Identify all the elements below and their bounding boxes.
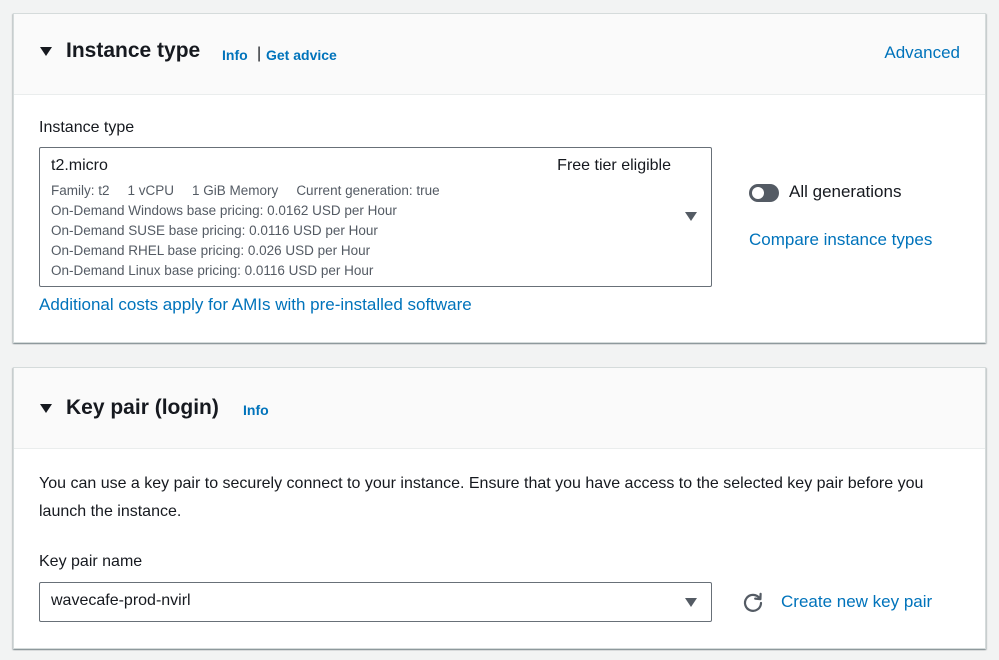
key-pair-header[interactable]: Key pair (login) Info xyxy=(14,368,985,449)
additional-costs-link[interactable]: Additional costs apply for AMIs with pre… xyxy=(39,295,472,315)
create-key-pair-link[interactable]: Create new key pair xyxy=(781,592,932,612)
all-generations-toggle[interactable] xyxy=(749,184,779,202)
key-pair-field-label: Key pair name xyxy=(39,553,143,570)
pricing-windows: On-Demand Windows base pricing: 0.0162 U… xyxy=(51,203,397,218)
instance-type-header[interactable]: Instance type Info | Get advice Advanced xyxy=(14,14,985,95)
link-separator: | xyxy=(257,45,262,62)
key-pair-title: Key pair (login) xyxy=(66,396,219,419)
advanced-link[interactable]: Advanced xyxy=(884,43,960,63)
compare-instance-types-link[interactable]: Compare instance types xyxy=(749,230,932,250)
instance-vcpu: 1 vCPU xyxy=(127,183,175,198)
get-advice-link[interactable]: Get advice xyxy=(266,47,337,63)
caret-down-icon[interactable] xyxy=(685,598,697,607)
collapse-caret-icon[interactable] xyxy=(40,47,52,56)
pricing-linux: On-Demand Linux base pricing: 0.0116 USD… xyxy=(51,263,374,278)
all-generations-label: All generations xyxy=(789,182,902,201)
toggle-knob xyxy=(752,187,764,199)
key-pair-panel: Key pair (login) Info You can use a key … xyxy=(13,367,986,649)
collapse-caret-icon[interactable] xyxy=(40,404,52,413)
key-pair-select[interactable]: wavecafe-prod-nvirl xyxy=(39,582,712,622)
selected-key-pair: wavecafe-prod-nvirl xyxy=(51,592,191,609)
instance-specs: Family: t2 1 vCPU 1 GiB Memory Current gene… xyxy=(51,183,458,198)
instance-memory: 1 GiB Memory xyxy=(192,183,279,198)
key-pair-info-link[interactable]: Info xyxy=(243,402,269,418)
free-tier-tag: Free tier eligible xyxy=(557,157,671,174)
instance-type-info-link[interactable]: Info xyxy=(222,47,248,63)
instance-type-select[interactable]: t2.micro Free tier eligible Family: t2 1 … xyxy=(39,147,712,287)
instance-generation: Current generation: true xyxy=(296,183,440,198)
instance-family: Family: t2 xyxy=(51,183,110,198)
caret-down-icon[interactable] xyxy=(685,212,697,221)
pricing-rhel: On-Demand RHEL base pricing: 0.026 USD p… xyxy=(51,243,371,258)
instance-type-field-label: Instance type xyxy=(39,119,135,136)
refresh-icon[interactable] xyxy=(740,590,766,616)
pricing-suse: On-Demand SUSE base pricing: 0.0116 USD … xyxy=(51,223,378,238)
instance-type-panel: Instance type Info | Get advice Advanced… xyxy=(13,13,986,343)
selected-instance-name: t2.micro xyxy=(51,157,108,174)
key-pair-description: You can use a key pair to securely conne… xyxy=(39,475,924,520)
instance-type-title: Instance type xyxy=(66,39,201,62)
